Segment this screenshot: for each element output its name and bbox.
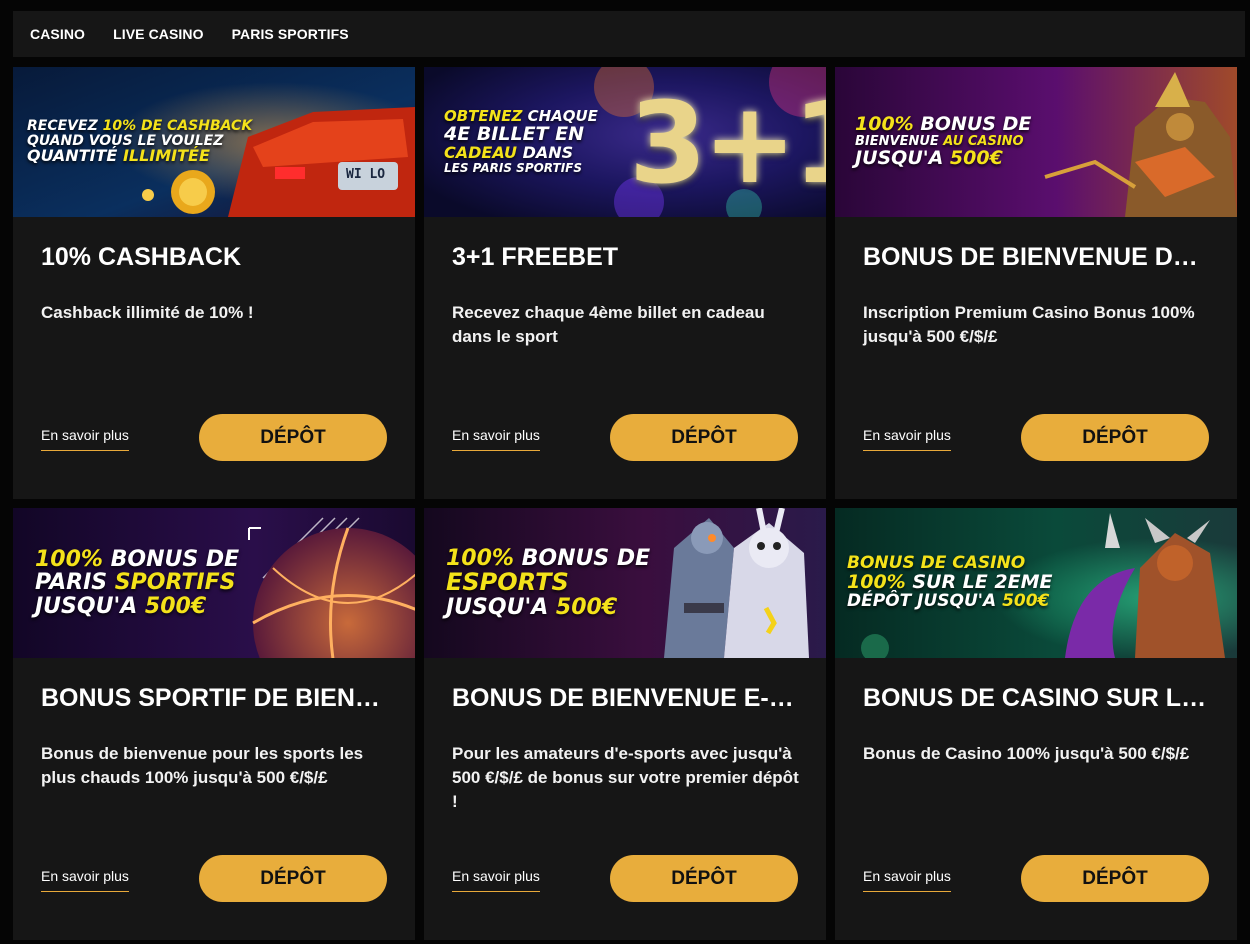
promo-banner-second-deposit: BONUS DE CASINO 100% SUR LE 2EME DÉPÔT J… [835,508,1237,658]
card-title: BONUS SPORTIF DE BIENVENUE [41,684,391,712]
promo-banner-sports-welcome: 100% BONUS DE PARIS SPORTIFS JUSQU'A 500… [13,508,415,658]
learn-more-link[interactable]: En savoir plus [41,868,129,892]
promo-card-casino-welcome: 100% BONUS DE BIENVENUE AU CASINO JUSQU'… [835,67,1237,499]
license-plate-text: WI LO [346,167,386,182]
promo-card-freebet: 3+1 OBTENEZ CHAQUE 4E BILLET EN CADEAU D… [424,67,826,499]
top-nav: CASINO LIVE CASINO PARIS SPORTIFS [13,11,1245,57]
nav-item-live-casino[interactable]: LIVE CASINO [113,26,204,42]
card-title: BONUS DE BIENVENUE DU CASINO [863,243,1213,271]
banner-text-sports-welcome: 100% BONUS DE PARIS SPORTIFS JUSQU'A 500… [35,547,240,619]
deposit-button[interactable]: DÉPÔT [1021,855,1209,902]
card-description: Pour les amateurs d'e-sports avec jusqu'… [452,744,799,811]
banner-text-cashback: RECEVEZ 10% DE CASHBACK QUAND VOUS LE VO… [27,117,253,166]
three-plus-one-graphic: 3+1 [629,79,826,209]
card-title: BONUS DE CASINO SUR LE 2EME DÉPÔT [863,684,1213,712]
learn-more-link[interactable]: En savoir plus [41,427,129,451]
promo-banner-cashback: RECEVEZ 10% DE CASHBACK QUAND VOUS LE VO… [13,67,415,217]
card-description: Bonus de bienvenue pour les sports les p… [41,744,364,787]
promo-card-esports-welcome: 100% BONUS DE ESPORTS JUSQU'A 500€ BONUS… [424,508,826,940]
card-description: Inscription Premium Casino Bonus 100% ju… [863,303,1195,346]
card-description: Bonus de Casino 100% jusqu'à 500 €/$/£ [863,744,1190,763]
promotions-grid: RECEVEZ 10% DE CASHBACK QUAND VOUS LE VO… [13,67,1237,940]
banner-text-freebet: OBTENEZ CHAQUE 4E BILLET EN CADEAU DANS … [444,107,598,175]
learn-more-link[interactable]: En savoir plus [452,427,540,451]
banner-text-second-deposit: BONUS DE CASINO 100% SUR LE 2EME DÉPÔT J… [847,553,1053,611]
banner-text-casino-welcome: 100% BONUS DE BIENVENUE AU CASINO JUSQU'… [855,113,1032,169]
learn-more-link[interactable]: En savoir plus [863,427,951,451]
card-title: BONUS DE BIENVENUE E-SPORTS [452,684,802,712]
deposit-button[interactable]: DÉPÔT [199,414,387,461]
banner-text-esports-welcome: 100% BONUS DE ESPORTS JUSQU'A 500€ [446,546,651,620]
card-title: 10% CASHBACK [41,243,242,271]
card-title: 3+1 FREEBET [452,243,619,271]
learn-more-link[interactable]: En savoir plus [452,868,540,892]
deposit-button[interactable]: DÉPÔT [610,855,798,902]
promo-banner-freebet: 3+1 OBTENEZ CHAQUE 4E BILLET EN CADEAU D… [424,67,826,217]
deposit-button[interactable]: DÉPÔT [1021,414,1209,461]
learn-more-link[interactable]: En savoir plus [863,868,951,892]
nav-item-casino[interactable]: CASINO [30,26,85,42]
promo-card-second-deposit: BONUS DE CASINO 100% SUR LE 2EME DÉPÔT J… [835,508,1237,940]
nav-item-paris-sportifs[interactable]: PARIS SPORTIFS [232,26,349,42]
promo-banner-casino-welcome: 100% BONUS DE BIENVENUE AU CASINO JUSQU'… [835,67,1237,217]
promo-card-sports-welcome: 100% BONUS DE PARIS SPORTIFS JUSQU'A 500… [13,508,415,940]
card-description: Cashback illimité de 10% ! [41,303,254,322]
promo-banner-esports-welcome: 100% BONUS DE ESPORTS JUSQU'A 500€ [424,508,826,658]
deposit-button[interactable]: DÉPÔT [610,414,798,461]
promo-card-cashback: RECEVEZ 10% DE CASHBACK QUAND VOUS LE VO… [13,67,415,499]
card-description: Recevez chaque 4ème billet en cadeau dan… [452,303,765,346]
deposit-button[interactable]: DÉPÔT [199,855,387,902]
